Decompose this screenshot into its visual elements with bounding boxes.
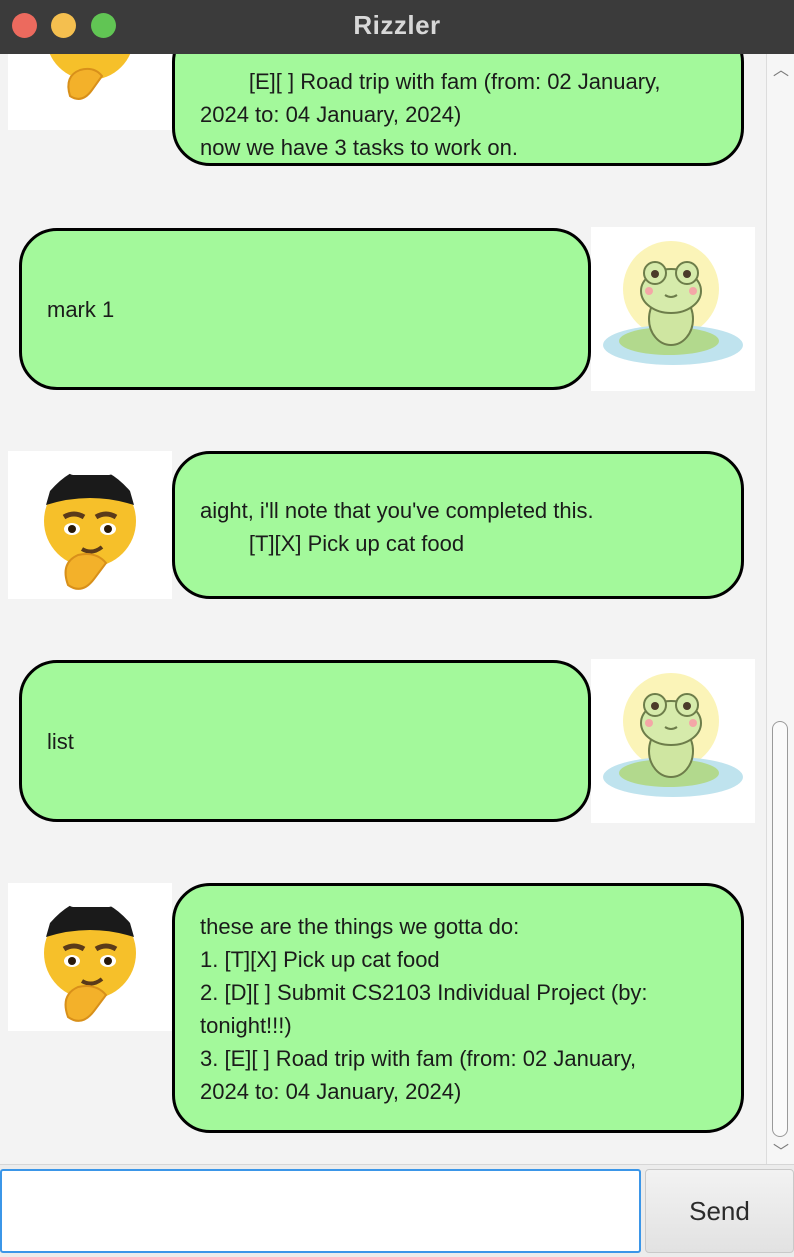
frog-icon: [603, 241, 743, 365]
message-line: mark 1: [47, 297, 115, 322]
message-line: [T][X] Pick up cat food: [200, 531, 465, 556]
input-bar: Send: [0, 1164, 794, 1257]
title-bar: Rizzler: [0, 0, 794, 55]
message-line: 2024 to: 04 January, 2024): [200, 102, 462, 127]
bot-avatar: [8, 54, 172, 130]
user-avatar: [591, 227, 755, 391]
bot-avatar: [8, 451, 172, 599]
scrollbar-thumb[interactable]: [772, 721, 788, 1137]
scroll-down-arrow-icon[interactable]: ﹀: [767, 1138, 794, 1164]
message-line: list: [47, 729, 74, 754]
chat-scrollbar[interactable]: ︿ ﹀: [766, 54, 794, 1164]
rizz-emoji-icon: [49, 54, 131, 100]
bot-message-bubble: these are the things we gotta do: 1. [T]…: [172, 883, 744, 1133]
message-line: now we have 3 tasks to work on.: [200, 135, 518, 160]
message-line: 2. [D][ ] Submit CS2103 Individual Proje…: [200, 980, 648, 1005]
message-line: 1. [T][X] Pick up cat food: [200, 947, 440, 972]
send-button[interactable]: Send: [645, 1169, 794, 1253]
rizz-emoji-icon: [44, 465, 136, 590]
message-line: aight, i'll note that you've completed t…: [200, 498, 594, 523]
message-line: these are the things we gotta do:: [200, 914, 520, 939]
message-line: 3. [E][ ] Road trip with fam (from: 02 J…: [200, 1046, 637, 1071]
user-message-bubble: list: [19, 660, 591, 822]
scroll-up-arrow-icon[interactable]: ︿: [767, 56, 794, 82]
message-line: [E][ ] Road trip with fam (from: 02 Janu…: [200, 69, 661, 94]
message-line: tonight!!!): [200, 1013, 292, 1038]
chat-pane[interactable]: [E][ ] Road trip with fam (from: 02 Janu…: [0, 54, 766, 1164]
user-avatar: [591, 659, 755, 823]
bot-message-bubble: [E][ ] Road trip with fam (from: 02 Janu…: [172, 54, 744, 166]
user-message-bubble: mark 1: [19, 228, 591, 390]
bot-avatar: [8, 883, 172, 1031]
rizz-emoji-icon: [44, 897, 136, 1022]
window-title: Rizzler: [353, 10, 441, 40]
frog-icon: [603, 673, 743, 797]
message-input[interactable]: [0, 1169, 641, 1253]
bot-message-bubble: aight, i'll note that you've completed t…: [172, 451, 744, 599]
message-line: 2024 to: 04 January, 2024): [200, 1079, 462, 1104]
